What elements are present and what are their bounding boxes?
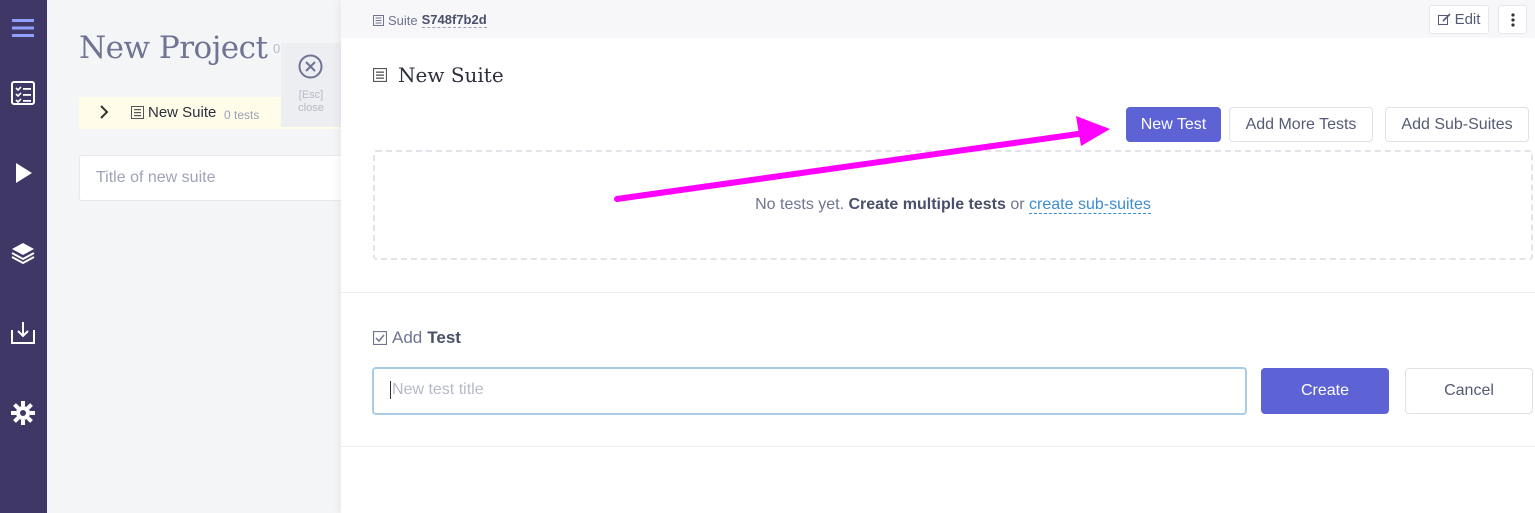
- suite-id-link[interactable]: S748f7b2d: [421, 12, 487, 28]
- edit-icon: [1437, 13, 1451, 25]
- panel-topbar: Suite S748f7b2d Edit: [341, 0, 1535, 38]
- import-icon[interactable]: [8, 318, 38, 348]
- new-test-title-input[interactable]: New test title: [372, 367, 1247, 415]
- edit-button[interactable]: Edit: [1429, 5, 1489, 34]
- tree-suite-count: 0 tests: [224, 108, 260, 122]
- close-panel-button[interactable]: [Esc] close: [281, 43, 341, 127]
- gear-icon[interactable]: [8, 398, 38, 428]
- suite-header: New Suite: [373, 63, 504, 87]
- more-vertical-icon: [1510, 12, 1515, 27]
- tree-suite-name: New Suite: [148, 104, 217, 121]
- create-sub-suites-link[interactable]: create sub-suites: [1029, 196, 1151, 214]
- suite-icon: [131, 106, 144, 124]
- suite-title: New Suite: [398, 63, 504, 87]
- cancel-button[interactable]: Cancel: [1405, 368, 1533, 414]
- new-suite-title-input[interactable]: Title of new suite: [79, 155, 341, 201]
- more-options-button[interactable]: [1498, 5, 1527, 34]
- empty-tests-area: No tests yet. Create multiple tests or c…: [373, 150, 1533, 260]
- text-caret: [390, 381, 391, 399]
- play-icon[interactable]: [8, 158, 38, 188]
- divider: [341, 292, 1535, 293]
- left-nav: [0, 0, 47, 513]
- close-hint: [Esc] close: [298, 89, 324, 114]
- project-title: New Project: [79, 30, 268, 66]
- suite-icon: [373, 14, 384, 26]
- breadcrumb-label: Suite: [388, 12, 418, 28]
- create-multiple-tests-link[interactable]: Create multiple tests: [849, 196, 1006, 213]
- suite-panel: Suite S748f7b2d Edit New Suite New Test …: [341, 0, 1535, 513]
- checklist-icon[interactable]: [8, 78, 38, 108]
- divider: [341, 446, 1535, 447]
- create-button[interactable]: Create: [1261, 368, 1389, 414]
- new-test-button[interactable]: New Test: [1126, 107, 1221, 142]
- suite-icon: [373, 68, 387, 82]
- add-test-heading: Add Test: [373, 328, 461, 348]
- checkbox-icon: [373, 331, 387, 345]
- layers-icon[interactable]: [8, 238, 38, 268]
- add-sub-suites-button[interactable]: Add Sub-Suites: [1385, 107, 1529, 142]
- breadcrumb: Suite S748f7b2d: [373, 12, 487, 28]
- close-circle-icon: [298, 54, 323, 79]
- add-more-tests-button[interactable]: Add More Tests: [1229, 107, 1373, 142]
- empty-message: No tests yet. Create multiple tests or c…: [755, 196, 1151, 214]
- chevron-right-icon[interactable]: [99, 104, 109, 125]
- menu-icon[interactable]: [8, 13, 38, 43]
